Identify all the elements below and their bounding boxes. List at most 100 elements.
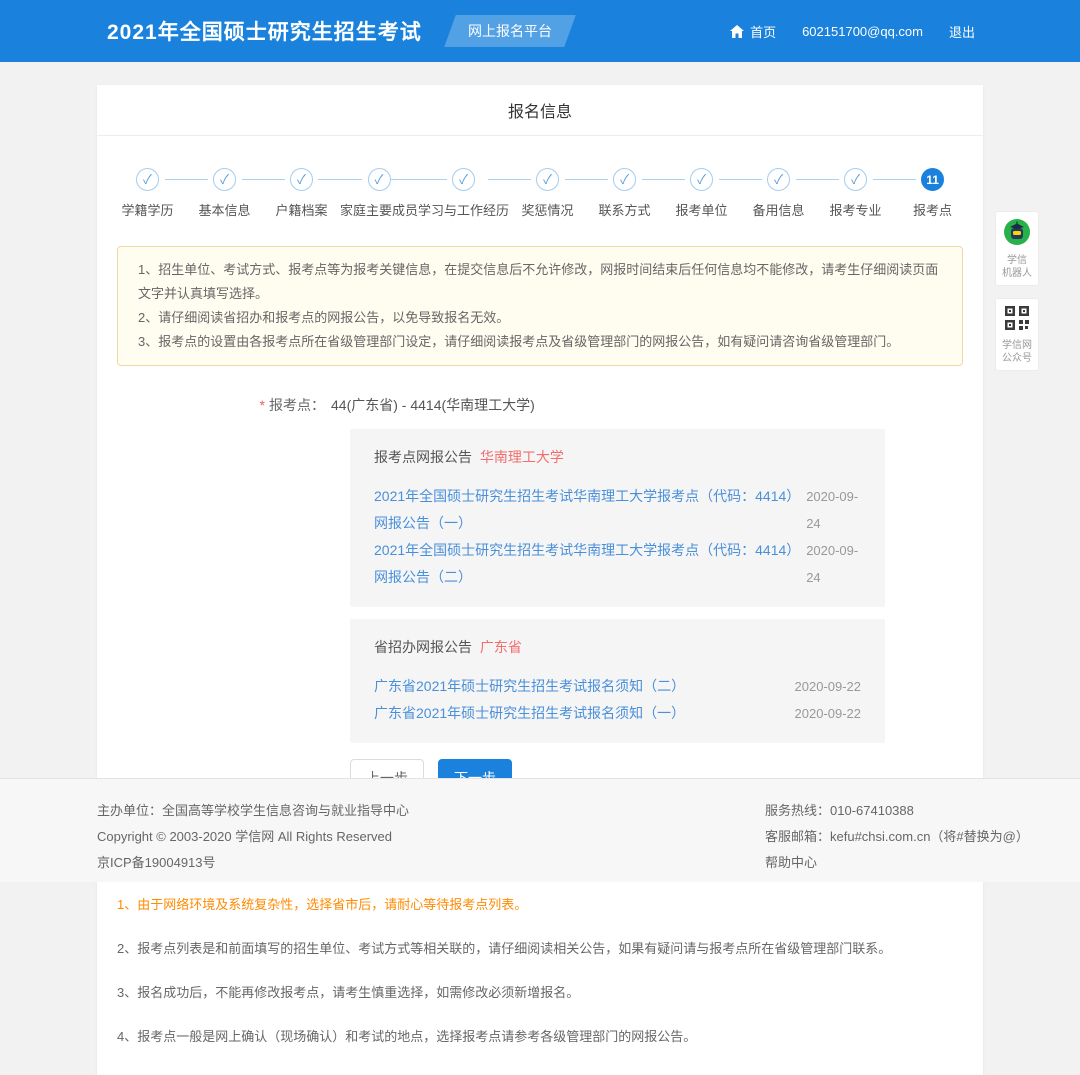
step-progress-bar: ✓ 学籍学历 ✓ 基本信息 ✓ 户籍档案 ✓ 家庭主要成员 ✓ 学习与工作经历 … <box>109 168 971 219</box>
announcement-group-title-text: 报考点网报公告 <box>374 449 472 465</box>
footer-icp-number: 京ICP备19004913号 <box>97 850 409 876</box>
exam-point-row: *报考点： 44(广东省) - 4414(华南理工大学) <box>97 395 983 415</box>
robot-avatar-icon <box>998 218 1036 251</box>
announcement-date: 2020-09-24 <box>806 483 861 537</box>
robot-label-line2: 机器人 <box>998 267 1036 280</box>
step-done-icon: ✓ <box>844 168 867 191</box>
announcement-link[interactable]: 广东省2021年硕士研究生招生考试报名须知（一） <box>374 700 685 727</box>
step-huji-dangan[interactable]: ✓ 户籍档案 <box>263 168 340 219</box>
step-beiyong-xinxi[interactable]: ✓ 备用信息 <box>740 168 817 219</box>
step-label: 报考专业 <box>817 200 894 219</box>
announcement-date: 2020-09-24 <box>806 537 861 591</box>
announcement-row: 广东省2021年硕士研究生招生考试报名须知（二） 2020-09-22 <box>374 673 861 700</box>
footer-copyright: Copyright © 2003-2020 学信网 All Rights Res… <box>97 824 409 850</box>
top-nav: 首页 602151700@qq.com 退出 <box>730 22 975 41</box>
exam-point-announcements-box: 报考点网报公告 华南理工大学 2021年全国硕士研究生招生考试华南理工大学报考点… <box>350 429 885 607</box>
step-baokaodian-active[interactable]: 11 报考点 <box>894 168 971 219</box>
announcement-group-title: 报考点网报公告 华南理工大学 <box>374 447 861 467</box>
step-label: 学习与工作经历 <box>418 200 509 219</box>
footer-left-column: 主办单位：全国高等学校学生信息咨询与就业指导中心 Copyright © 200… <box>97 798 409 876</box>
announcement-group-title-text: 省招办网报公告 <box>374 639 472 655</box>
step-label: 报考点 <box>894 200 971 219</box>
step-done-icon: ✓ <box>613 168 636 191</box>
step-label: 备用信息 <box>740 200 817 219</box>
step-done-icon: ✓ <box>536 168 559 191</box>
exam-point-label-text: 报考点： <box>269 397 325 413</box>
options-explanation: 选项说明： 1、由于网络环境及系统复杂性，选择省市后，请耐心等待报考点列表。 2… <box>117 850 963 1075</box>
step-label: 奖惩情况 <box>509 200 586 219</box>
step-done-icon: ✓ <box>368 168 391 191</box>
key-info-notice: 1、招生单位、考试方式、报考点等为报考关键信息，在提交信息后不允许修改，网报时间… <box>117 246 963 366</box>
step-done-icon: ✓ <box>690 168 713 191</box>
floating-widgets: 学信 机器人 学信网 公众号 <box>995 211 1039 371</box>
step-label: 基本信息 <box>186 200 263 219</box>
announcement-link[interactable]: 2021年全国硕士研究生招生考试华南理工大学报考点（代码：4414）网报公告（二… <box>374 537 806 591</box>
page-footer: 主办单位：全国高等学校学生信息咨询与就业指导中心 Copyright © 200… <box>0 778 1080 882</box>
robot-label-line1: 学信 <box>998 254 1036 267</box>
option-note: 1、由于网络环境及系统复杂性，选择省市后，请耐心等待报考点列表。 <box>117 894 963 913</box>
announcement-row: 2021年全国硕士研究生招生考试华南理工大学报考点（代码：4414）网报公告（一… <box>374 483 861 537</box>
announcement-org-highlight: 华南理工大学 <box>480 449 564 465</box>
required-mark: * <box>260 397 265 413</box>
notice-line: 3、报考点的设置由各报考点所在省级管理部门设定，请仔细阅读报考点及省级管理部门的… <box>138 330 942 354</box>
qr-label-line2: 公众号 <box>998 352 1036 365</box>
step-label: 户籍档案 <box>263 200 340 219</box>
announcement-row: 广东省2021年硕士研究生招生考试报名须知（一） 2020-09-22 <box>374 700 861 727</box>
footer-organizer: 主办单位：全国高等学校学生信息咨询与就业指导中心 <box>97 798 409 824</box>
site-title: 2021年全国硕士研究生招生考试 <box>107 16 422 46</box>
step-xuexi-jingli[interactable]: ✓ 学习与工作经历 <box>418 168 509 219</box>
robot-widget-label: 学信 机器人 <box>998 254 1036 280</box>
notice-line: 1、招生单位、考试方式、报考点等为报考关键信息，在提交信息后不允许修改，网报时间… <box>138 258 942 306</box>
xuexin-robot-widget[interactable]: 学信 机器人 <box>995 211 1039 286</box>
step-jiating-chengyuan[interactable]: ✓ 家庭主要成员 <box>340 168 418 219</box>
platform-badge: 网上报名平台 <box>444 15 576 47</box>
home-link-label: 首页 <box>750 22 776 41</box>
step-done-icon: ✓ <box>767 168 790 191</box>
announcement-date: 2020-09-22 <box>795 700 862 727</box>
announcement-date: 2020-09-22 <box>795 673 862 700</box>
step-done-icon: ✓ <box>213 168 236 191</box>
footer-right-column: 服务热线：010-67410388 客服邮箱：kefu#chsi.com.cn（… <box>765 798 983 876</box>
qr-widget-label: 学信网 公众号 <box>998 339 1036 365</box>
footer-service-email: 客服邮箱：kefu#chsi.com.cn（将#替换为@） <box>765 824 983 850</box>
step-baokao-zhuanye[interactable]: ✓ 报考专业 <box>817 168 894 219</box>
home-icon <box>730 25 744 38</box>
step-baokao-danwei[interactable]: ✓ 报考单位 <box>663 168 740 219</box>
province-announcements-box: 省招办网报公告 广东省 广东省2021年硕士研究生招生考试报名须知（二） 202… <box>350 619 885 743</box>
step-lianxi-fangshi[interactable]: ✓ 联系方式 <box>586 168 663 219</box>
step-xueji-xueli[interactable]: ✓ 学籍学历 <box>109 168 186 219</box>
step-done-icon: ✓ <box>452 168 475 191</box>
account-email[interactable]: 602151700@qq.com <box>802 24 923 39</box>
wechat-qr-widget[interactable]: 学信网 公众号 <box>995 298 1039 371</box>
footer-service-hotline: 服务热线：010-67410388 <box>765 798 983 824</box>
step-jiangcheng-qingkuang[interactable]: ✓ 奖惩情况 <box>509 168 586 219</box>
step-number-badge: 11 <box>921 168 944 191</box>
option-note: 2、报考点列表是和前面填写的招生单位、考试方式等相关联的，请仔细阅读相关公告，如… <box>117 938 963 957</box>
step-label: 报考单位 <box>663 200 740 219</box>
registration-card: 报名信息 ✓ 学籍学历 ✓ 基本信息 ✓ 户籍档案 ✓ 家庭主要成员 ✓ 学习与… <box>97 85 983 1075</box>
step-label: 家庭主要成员 <box>340 200 418 219</box>
announcement-group-title: 省招办网报公告 广东省 <box>374 637 861 657</box>
page-title: 报名信息 <box>97 85 983 136</box>
announcement-org-highlight: 广东省 <box>480 639 522 655</box>
exam-point-label: *报考点： <box>97 395 325 415</box>
logout-link[interactable]: 退出 <box>949 22 975 41</box>
step-label: 学籍学历 <box>109 200 186 219</box>
announcement-link[interactable]: 2021年全国硕士研究生招生考试华南理工大学报考点（代码：4414）网报公告（一… <box>374 483 806 537</box>
top-bar: 2021年全国硕士研究生招生考试 网上报名平台 首页 602151700@qq.… <box>0 0 1080 62</box>
option-note: 3、报名成功后，不能再修改报考点，请考生慎重选择，如需修改必须新增报名。 <box>117 982 963 1001</box>
qr-label-line1: 学信网 <box>998 339 1036 352</box>
exam-point-value: 44(广东省) - 4414(华南理工大学) <box>331 395 535 415</box>
option-note: 4、报考点一般是网上确认（现场确认）和考试的地点，选择报考点请参考各级管理部门的… <box>117 1026 963 1045</box>
announcement-row: 2021年全国硕士研究生招生考试华南理工大学报考点（代码：4414）网报公告（二… <box>374 537 861 591</box>
step-done-icon: ✓ <box>290 168 313 191</box>
step-jiben-xinxi[interactable]: ✓ 基本信息 <box>186 168 263 219</box>
home-link[interactable]: 首页 <box>730 22 776 41</box>
qr-code-icon <box>998 305 1036 336</box>
help-center-link[interactable]: 帮助中心 <box>765 855 817 870</box>
step-label: 联系方式 <box>586 200 663 219</box>
notice-line: 2、请仔细阅读省招办和报考点的网报公告，以免导致报名无效。 <box>138 306 942 330</box>
platform-badge-label: 网上报名平台 <box>468 21 552 41</box>
step-done-icon: ✓ <box>136 168 159 191</box>
announcement-link[interactable]: 广东省2021年硕士研究生招生考试报名须知（二） <box>374 673 685 700</box>
